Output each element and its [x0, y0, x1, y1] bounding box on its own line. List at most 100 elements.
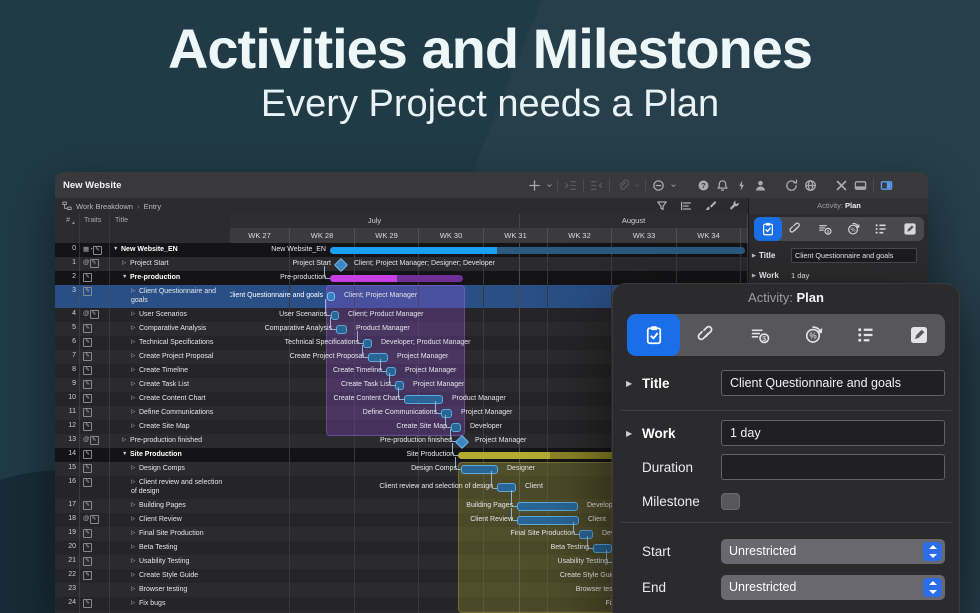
- table-row[interactable]: 5✎▷Comparative Analysis: [55, 322, 230, 336]
- inspector-tab-link[interactable]: [680, 314, 733, 356]
- expand-icon[interactable]: ▷: [131, 394, 139, 402]
- table-row[interactable]: 17✎▷Building Pages: [55, 499, 230, 513]
- table-row[interactable]: 12✎▷Create Site Map: [55, 420, 230, 434]
- expand-icon[interactable]: ▷: [131, 338, 139, 346]
- pencil-icon[interactable]: ✎: [83, 422, 92, 431]
- inspector-tab-time[interactable]: %: [839, 217, 867, 241]
- summary-bar[interactable]: [330, 247, 745, 254]
- disclosure-icon[interactable]: ▶: [613, 429, 642, 438]
- add-icon[interactable]: [525, 176, 544, 194]
- table-row[interactable]: 22✎▷Create Style Guide: [55, 569, 230, 583]
- expand-icon[interactable]: ▷: [131, 287, 139, 295]
- table-row[interactable]: 13@✎▷Pre-production finished: [55, 434, 230, 448]
- at-icon[interactable]: @: [83, 310, 90, 317]
- expand-icon[interactable]: ▷: [122, 436, 130, 444]
- at-icon[interactable]: @: [83, 259, 90, 266]
- inspector-tab-time[interactable]: %: [786, 314, 839, 356]
- title-input[interactable]: Client Questionnaire and goals: [721, 370, 945, 396]
- table-row[interactable]: 23▷Browser testing: [55, 583, 230, 597]
- pencil-icon[interactable]: ✎: [83, 450, 92, 459]
- pencil-icon[interactable]: ✎: [90, 310, 99, 319]
- column-traits[interactable]: Traits: [80, 214, 110, 243]
- table-row[interactable]: 7✎▷Create Project Proposal: [55, 350, 230, 364]
- pencil-icon[interactable]: ✎: [83, 529, 92, 538]
- expand-icon[interactable]: ▷: [131, 571, 139, 579]
- table-row[interactable]: 2✎▼Pre-production: [55, 271, 230, 285]
- table-row[interactable]: 24✎▷Fix bugs: [55, 597, 230, 611]
- disclosure-icon[interactable]: ▶: [613, 379, 642, 388]
- expand-icon[interactable]: ▷: [131, 515, 139, 523]
- user-icon[interactable]: [751, 176, 770, 194]
- expand-icon[interactable]: ▷: [131, 501, 139, 509]
- filter-icon[interactable]: [656, 200, 668, 212]
- inspector-tab-notes[interactable]: [892, 314, 945, 356]
- task-bar[interactable]: [517, 516, 579, 525]
- breadcrumb-leaf[interactable]: Entry: [144, 202, 162, 211]
- chevron-down-icon[interactable]: [632, 176, 642, 194]
- collapse-icon[interactable]: ▼: [122, 273, 130, 281]
- start-select[interactable]: Unrestricted: [721, 539, 945, 564]
- inspector-title-field[interactable]: Client Questionnaire and goals: [791, 248, 917, 263]
- duration-input[interactable]: [721, 454, 945, 480]
- chevron-down-icon[interactable]: [544, 176, 554, 194]
- expand-icon[interactable]: ▷: [131, 599, 139, 607]
- sync-icon[interactable]: [782, 176, 801, 194]
- table-row[interactable]: 9✎▷Create Task List: [55, 378, 230, 392]
- pencil-icon[interactable]: ✎: [83, 366, 92, 375]
- table-row[interactable]: 14✎▼Site Production: [55, 448, 230, 462]
- expand-icon[interactable]: ▷: [131, 464, 139, 472]
- inspector-tab-link[interactable]: [782, 217, 810, 241]
- at-icon[interactable]: @: [83, 515, 90, 522]
- table-row[interactable]: 16✎▷Client review and selection of desig…: [55, 476, 230, 499]
- pencil-icon[interactable]: ✎: [83, 324, 92, 333]
- inspector-tab-budget[interactable]: $: [811, 217, 839, 241]
- help-icon[interactable]: ?: [694, 176, 713, 194]
- breadcrumb[interactable]: Work Breakdown › Entry: [76, 202, 161, 211]
- pencil-icon[interactable]: ✎: [90, 515, 99, 524]
- pencil-icon[interactable]: ✎: [83, 352, 92, 361]
- task-bar[interactable]: [517, 502, 578, 511]
- flash-icon[interactable]: [732, 176, 751, 194]
- column-title[interactable]: Title: [110, 214, 230, 243]
- outline-icon[interactable]: [680, 200, 692, 212]
- pencil-icon[interactable]: ✎: [83, 338, 92, 347]
- pencil-icon[interactable]: ✎: [83, 287, 92, 296]
- expand-icon[interactable]: ▷: [131, 529, 139, 537]
- at-icon[interactable]: @: [83, 436, 90, 443]
- expand-icon[interactable]: ▷: [131, 585, 139, 593]
- group-remove-icon[interactable]: [649, 176, 668, 194]
- table-row[interactable]: 10✎▷Create Content Chart: [55, 392, 230, 406]
- column-number[interactable]: #▲: [55, 214, 80, 243]
- table-row[interactable]: 4@✎▷User Scenarios: [55, 308, 230, 322]
- table-row[interactable]: 19✎▷Final Site Production: [55, 527, 230, 541]
- milestone-checkbox[interactable]: [721, 493, 740, 510]
- attach-icon[interactable]: [613, 176, 632, 194]
- table-row[interactable]: 21✎▷Usability Testing: [55, 555, 230, 569]
- pencil-icon[interactable]: ✎: [83, 408, 92, 417]
- table-row[interactable]: 8✎▷Create Timeline: [55, 364, 230, 378]
- pencil-icon[interactable]: ✎: [83, 501, 92, 510]
- indent-icon[interactable]: [561, 176, 580, 194]
- stepper-icon[interactable]: [923, 542, 942, 561]
- expand-icon[interactable]: ▷: [131, 310, 139, 318]
- bottombar-icon[interactable]: [851, 176, 870, 194]
- notifications-icon[interactable]: [713, 176, 732, 194]
- table-row[interactable]: 1@✎▷Project Start: [55, 257, 230, 271]
- expand-icon[interactable]: ▷: [131, 352, 139, 360]
- pencil-icon[interactable]: ✎: [83, 380, 92, 389]
- inspector-tab-notes[interactable]: [896, 217, 924, 241]
- expand-icon[interactable]: ▷: [131, 380, 139, 388]
- expand-icon[interactable]: ▷: [131, 408, 139, 416]
- collapse-icon[interactable]: ▼: [113, 245, 121, 253]
- table-row[interactable]: 3✎▷Client Questionnaire and goals: [55, 285, 230, 308]
- pencil-icon[interactable]: ✎: [83, 478, 92, 487]
- expand-icon[interactable]: ▷: [131, 557, 139, 565]
- expand-icon[interactable]: ▷: [131, 478, 139, 486]
- inspector-tab-clipboard[interactable]: [754, 217, 782, 241]
- sidebar-icon[interactable]: [877, 176, 896, 194]
- inspector-work-value[interactable]: 1 day: [791, 271, 809, 280]
- table-row[interactable]: 6✎▷Technical Specifications: [55, 336, 230, 350]
- stepper-icon[interactable]: [923, 578, 942, 597]
- pencil-icon[interactable]: ✎: [83, 464, 92, 473]
- pencil-icon[interactable]: ✎: [83, 557, 92, 566]
